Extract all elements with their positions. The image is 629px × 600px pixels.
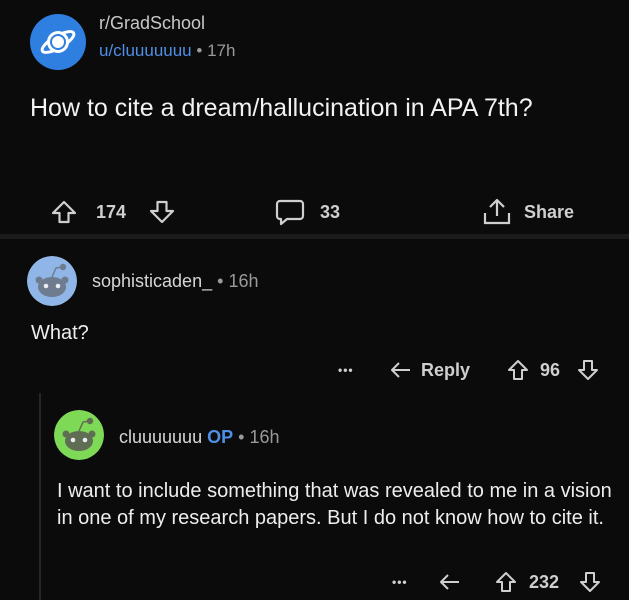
reply-button[interactable] <box>438 568 462 596</box>
reply-arrow-icon <box>391 362 410 378</box>
reply-arrow-icon <box>440 574 459 590</box>
comment-score: 232 <box>529 571 560 592</box>
meta-separator: • <box>238 427 245 447</box>
comment-downvote-button[interactable] <box>576 356 600 384</box>
comment-score: 96 <box>540 359 561 380</box>
reply-button[interactable]: Reply <box>389 356 470 384</box>
share-label: Share <box>524 201 575 222</box>
upvote-button[interactable] <box>50 196 78 228</box>
snoo-avatar-icon <box>54 410 104 460</box>
meta-separator: • <box>217 271 224 291</box>
share-icon <box>483 198 511 225</box>
meta-separator: • <box>196 41 203 60</box>
comment-bubble-icon <box>275 199 305 226</box>
reply-label: Reply <box>421 359 471 380</box>
post-age: 17h <box>207 41 236 60</box>
thread-line <box>39 393 41 600</box>
avatar[interactable] <box>27 256 77 306</box>
comment-more-button[interactable]: ••• <box>392 568 408 596</box>
avatar[interactable] <box>54 410 104 460</box>
comment-upvote-button[interactable] <box>494 568 518 596</box>
upvote-arrow-icon <box>496 572 516 592</box>
post-score: 174 <box>96 201 127 222</box>
comment-downvote-button[interactable] <box>578 568 602 596</box>
downvote-arrow-icon <box>149 200 175 224</box>
post-title[interactable]: How to cite a dream/hallucination in APA… <box>30 92 620 124</box>
comment-author-line: sophisticaden_ • 16h <box>92 271 258 292</box>
post-card: r/GradSchool u/cluuuuuuu • 17h How to ci… <box>0 0 629 234</box>
more-dots-icon: ••• <box>392 575 408 589</box>
share-button[interactable]: Share <box>480 196 574 228</box>
subreddit-name[interactable]: r/GradSchool <box>99 13 205 34</box>
comment-body: What? <box>31 322 89 344</box>
comment-age: 16h <box>249 427 280 447</box>
post-action-bar: 174 33 Share <box>0 196 629 228</box>
upvote-arrow-icon <box>51 200 77 224</box>
comments-count: 33 <box>320 201 341 222</box>
post-author[interactable]: u/cluuuuuuu <box>99 41 192 60</box>
op-badge: OP <box>207 427 234 447</box>
comment-body: I want to include something that was rev… <box>57 480 612 529</box>
more-dots-icon: ••• <box>338 363 354 377</box>
section-divider <box>0 234 629 239</box>
downvote-arrow-icon <box>578 360 598 380</box>
downvote-arrow-icon <box>580 572 600 592</box>
comments-button[interactable] <box>274 196 306 228</box>
comment-age: 16h <box>228 271 259 291</box>
snoo-avatar-icon <box>27 256 77 306</box>
comment-more-button[interactable]: ••• <box>338 356 354 384</box>
post-meta: u/cluuuuuuu • 17h <box>99 41 235 61</box>
planet-icon <box>40 30 76 54</box>
downvote-button[interactable] <box>148 196 176 228</box>
comment-author[interactable]: sophisticaden_ <box>92 271 212 291</box>
upvote-arrow-icon <box>508 360 528 380</box>
comment-author-line: cluuuuuuu OP • 16h <box>119 427 280 448</box>
comment-author[interactable]: cluuuuuuu <box>119 427 202 447</box>
subreddit-icon[interactable] <box>30 14 86 70</box>
comment-upvote-button[interactable] <box>506 356 530 384</box>
